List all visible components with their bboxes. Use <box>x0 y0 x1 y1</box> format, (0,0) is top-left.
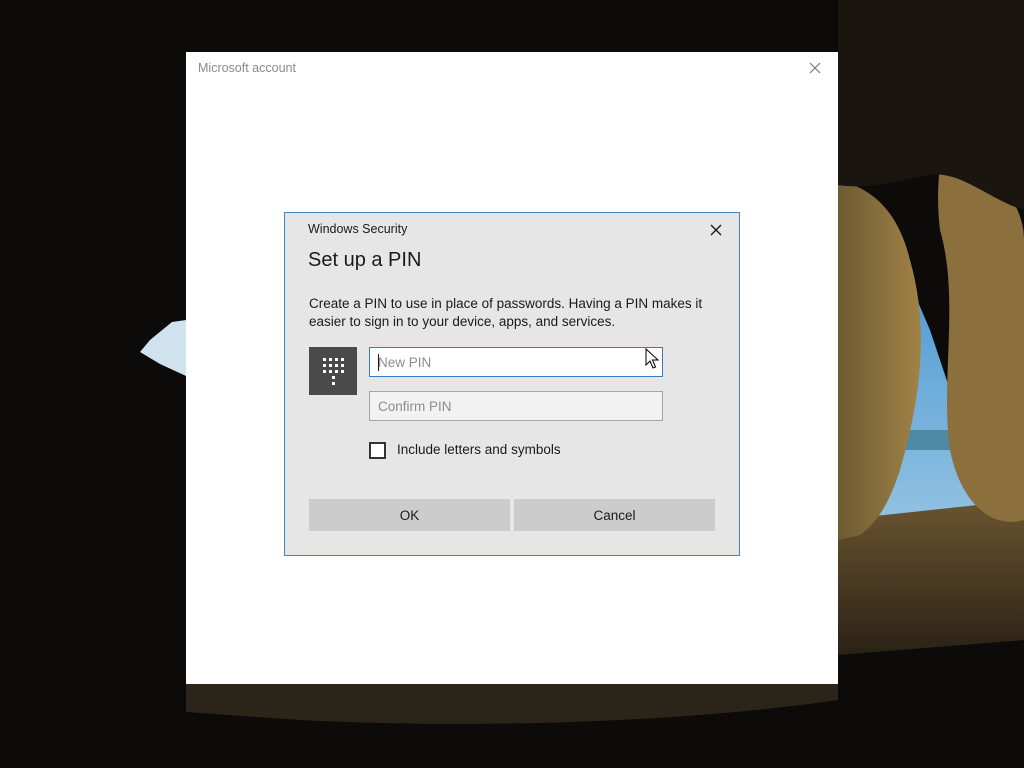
dialog-title: Windows Security <box>308 222 408 236</box>
dialog-description: Create a PIN to use in place of password… <box>309 296 703 329</box>
close-icon[interactable] <box>805 58 825 78</box>
window-title: Microsoft account <box>198 61 296 75</box>
text-caret <box>378 354 379 371</box>
include-letters-label[interactable]: Include letters and symbols <box>397 442 561 457</box>
cancel-button[interactable]: Cancel <box>514 499 715 531</box>
windows-security-dialog: Windows Security Set up a PIN Create a P… <box>284 212 740 556</box>
new-pin-input[interactable] <box>369 347 663 377</box>
ok-button[interactable]: OK <box>309 499 510 531</box>
dialog-heading: Set up a PIN <box>308 249 422 271</box>
mouse-pointer-icon <box>645 347 661 370</box>
keypad-icon <box>309 347 357 395</box>
include-letters-checkbox[interactable] <box>369 442 386 459</box>
confirm-pin-input[interactable] <box>369 391 663 421</box>
close-icon[interactable] <box>707 221 725 239</box>
